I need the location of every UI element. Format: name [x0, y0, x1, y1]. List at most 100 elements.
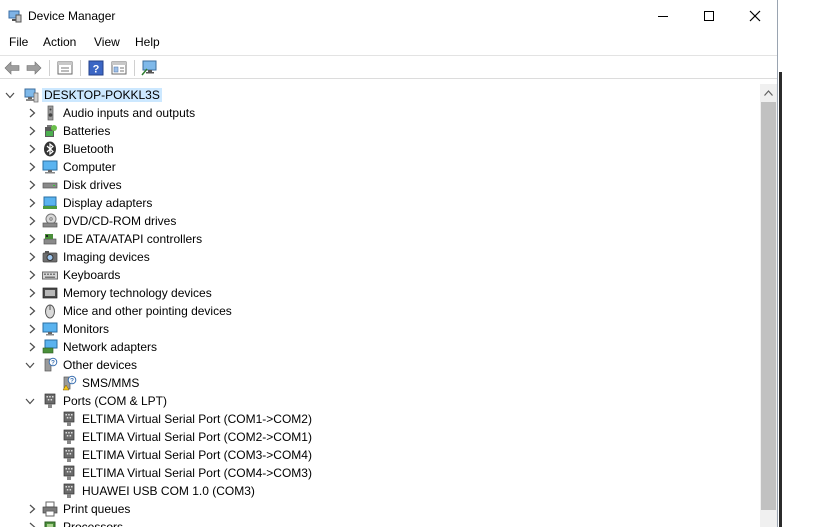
tree-category[interactable]: ? Other devices — [0, 356, 760, 374]
printer-icon — [42, 501, 58, 517]
tree-device[interactable]: HUAWEI USB COM 1.0 (COM3) — [0, 482, 760, 500]
chevron-down-icon[interactable] — [25, 396, 35, 406]
maximize-button[interactable] — [686, 0, 732, 32]
tree-device[interactable]: ELTIMA Virtual Serial Port (COM3->COM4) — [0, 446, 760, 464]
title-bar[interactable]: Device Manager — [0, 0, 777, 32]
menu-action[interactable]: Action — [41, 35, 78, 49]
chevron-right-icon[interactable] — [27, 198, 37, 208]
tree-category-label: Print queues — [63, 502, 131, 516]
chevron-right-icon[interactable] — [27, 180, 37, 190]
properties-button[interactable] — [56, 59, 74, 77]
tree-device[interactable]: ELTIMA Virtual Serial Port (COM4->COM3) — [0, 464, 760, 482]
minimize-button[interactable] — [640, 0, 686, 32]
tree-category-label: Imaging devices — [63, 250, 150, 264]
tree-category[interactable]: Network adapters — [0, 338, 760, 356]
tree-category[interactable]: Computer — [0, 158, 760, 176]
processor-icon — [42, 519, 58, 527]
unknown-device-warning-icon: ? — [61, 375, 77, 391]
tree-category[interactable]: DVD/CD-ROM drives — [0, 212, 760, 230]
tree-category[interactable]: Display adapters — [0, 194, 760, 212]
chevron-right-icon[interactable] — [27, 108, 37, 118]
speaker-icon — [42, 105, 58, 121]
ide-controller-icon — [42, 231, 58, 247]
chevron-right-icon[interactable] — [27, 306, 37, 316]
disk-drive-icon — [42, 177, 58, 193]
serial-port-icon — [61, 465, 77, 481]
chevron-down-icon[interactable] — [25, 360, 35, 370]
vertical-scrollbar[interactable] — [760, 84, 777, 527]
back-button[interactable] — [3, 59, 21, 77]
tree-device-label: ELTIMA Virtual Serial Port (COM2->COM1) — [82, 430, 312, 444]
tree-category-label: DVD/CD-ROM drives — [63, 214, 177, 228]
tree-category[interactable]: Keyboards — [0, 266, 760, 284]
menu-help[interactable]: Help — [133, 35, 162, 49]
close-icon — [749, 10, 761, 22]
maximize-icon — [704, 11, 714, 21]
chevron-right-icon[interactable] — [27, 342, 37, 352]
toolbar-separator — [80, 60, 81, 76]
tree-category[interactable]: Print queues — [0, 500, 760, 518]
device-manager-window: Device Manager File Action View Help ? D… — [0, 0, 778, 527]
chevron-right-icon[interactable] — [27, 522, 37, 527]
show-hidden-icon — [111, 61, 127, 75]
tree-category-label: Network adapters — [63, 340, 158, 354]
serial-port-icon — [61, 447, 77, 463]
chevron-right-icon[interactable] — [27, 324, 37, 334]
tree-device[interactable]: ELTIMA Virtual Serial Port (COM2->COM1) — [0, 428, 760, 446]
tree-category-label: Computer — [63, 160, 116, 174]
tree-category[interactable]: Memory technology devices — [0, 284, 760, 302]
display-adapter-icon — [42, 195, 58, 211]
tree-category[interactable]: Ports (COM & LPT) — [0, 392, 760, 410]
chevron-right-icon[interactable] — [27, 288, 37, 298]
tree-category[interactable]: Processors — [0, 518, 760, 527]
tree-device-label: ELTIMA Virtual Serial Port (COM1->COM2) — [82, 412, 312, 426]
serial-port-icon — [61, 483, 77, 499]
menu-file[interactable]: File — [7, 35, 30, 49]
dvd-drive-icon — [42, 213, 58, 229]
tree-category[interactable]: Mice and other pointing devices — [0, 302, 760, 320]
forward-button[interactable] — [25, 59, 43, 77]
chevron-right-icon[interactable] — [27, 216, 37, 226]
scroll-thumb[interactable] — [761, 102, 776, 510]
toolbar-separator — [49, 60, 50, 76]
desktop-background — [779, 0, 819, 527]
scan-hardware-button[interactable] — [141, 59, 159, 77]
svg-text:?: ? — [70, 377, 74, 384]
battery-icon — [42, 123, 58, 139]
chevron-right-icon[interactable] — [27, 252, 37, 262]
chevron-right-icon[interactable] — [27, 234, 37, 244]
tree-category[interactable]: IDE ATA/ATAPI controllers — [0, 230, 760, 248]
tree-category-label: Keyboards — [63, 268, 121, 282]
close-button[interactable] — [732, 0, 777, 32]
serial-port-icon — [61, 429, 77, 445]
scroll-up-button[interactable] — [760, 84, 777, 101]
device-tree[interactable]: DESKTOP-POKKL3S Audio inputs and outputs B… — [0, 84, 760, 527]
toolbar: ? — [0, 55, 777, 79]
chevron-right-icon[interactable] — [27, 126, 37, 136]
tree-category-label: Processors — [63, 520, 124, 527]
tree-device[interactable]: ELTIMA Virtual Serial Port (COM1->COM2) — [0, 410, 760, 428]
chevron-right-icon[interactable] — [27, 144, 37, 154]
tree-root-label: DESKTOP-POKKL3S — [42, 88, 162, 102]
chevron-right-icon[interactable] — [27, 270, 37, 280]
tree-category-label: Monitors — [63, 322, 110, 336]
show-hidden-button[interactable] — [110, 59, 128, 77]
chevron-right-icon[interactable] — [27, 162, 37, 172]
mouse-icon — [42, 303, 58, 319]
tree-device[interactable]: ? SMS/MMS — [0, 374, 760, 392]
tree-category-label: Batteries — [63, 124, 111, 138]
tree-category[interactable]: Imaging devices — [0, 248, 760, 266]
help-button[interactable]: ? — [87, 59, 105, 77]
camera-icon — [42, 249, 58, 265]
tree-category[interactable]: Monitors — [0, 320, 760, 338]
toolbar-separator — [134, 60, 135, 76]
tree-root[interactable]: DESKTOP-POKKL3S — [0, 86, 760, 104]
chevron-right-icon[interactable] — [27, 504, 37, 514]
tree-category[interactable]: Disk drives — [0, 176, 760, 194]
chevron-up-icon — [764, 89, 773, 96]
tree-category[interactable]: Bluetooth — [0, 140, 760, 158]
chevron-down-icon[interactable] — [5, 90, 15, 100]
tree-category[interactable]: Batteries — [0, 122, 760, 140]
menu-view[interactable]: View — [92, 35, 122, 49]
tree-category[interactable]: Audio inputs and outputs — [0, 104, 760, 122]
